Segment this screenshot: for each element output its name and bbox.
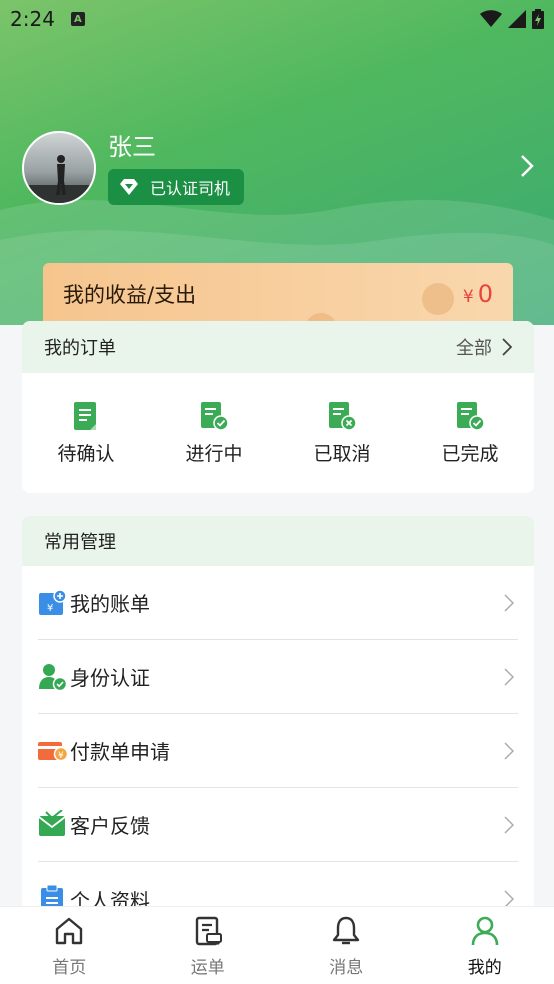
document-done-icon: [457, 401, 485, 431]
chevron-right-icon: [504, 667, 514, 686]
currency-symbol: ¥: [462, 287, 474, 307]
orders-card: 我的订单 全部 待确认 进行中 已取消 已完成: [22, 321, 534, 493]
chevron-right-icon: [504, 815, 514, 834]
tab-label: 我的: [467, 958, 502, 978]
signal-icon: [508, 10, 526, 28]
chevron-right-icon: [502, 338, 512, 356]
chevron-right-icon: [504, 741, 514, 760]
income-title: 我的收益/支出: [63, 283, 197, 307]
payment-card-icon: ¥: [38, 736, 68, 766]
orders-header: 我的订单 全部: [22, 321, 534, 373]
menu-label: 身份认证: [70, 666, 150, 690]
person-icon: [471, 916, 499, 946]
orders-title: 我的订单: [44, 338, 116, 359]
tab-mine[interactable]: 我的: [416, 907, 554, 984]
identity-icon: [38, 662, 68, 692]
menu-item-identity[interactable]: 身份认证: [38, 640, 518, 714]
income-amount: ¥0: [463, 280, 493, 308]
order-label: 已取消: [313, 442, 371, 465]
manage-title: 常用管理: [44, 532, 116, 553]
status-time: 2:24: [10, 7, 55, 31]
feedback-mail-icon: [38, 809, 68, 840]
notification-icon: A: [70, 12, 85, 26]
menu-label: 付款单申请: [70, 740, 170, 764]
tab-waybill[interactable]: 运单: [139, 907, 278, 984]
menu-item-bill[interactable]: ¥ 我的账单: [38, 566, 518, 640]
manage-header: 常用管理: [22, 516, 534, 566]
view-all-label: 全部: [456, 338, 492, 359]
order-pending[interactable]: 待确认: [22, 401, 150, 466]
orders-view-all[interactable]: 全部: [456, 334, 512, 360]
document-pending-icon: [74, 401, 96, 430]
avatar[interactable]: [22, 131, 96, 205]
tab-label: 首页: [52, 958, 87, 978]
order-label: 进行中: [185, 442, 243, 465]
verified-badge: 已认证司机: [108, 169, 245, 205]
verified-badge-label: 已认证司机: [150, 179, 231, 198]
home-icon: [56, 917, 83, 945]
waybill-icon: [195, 916, 222, 946]
order-label: 待确认: [57, 442, 115, 465]
menu-item-feedback[interactable]: 客户反馈: [38, 788, 518, 862]
income-card[interactable]: 我的收益/支出 ¥0: [43, 263, 513, 325]
document-check-icon: [201, 401, 229, 431]
manage-card: 常用管理 ¥ 我的账单 身份认证 ¥ 付款单申请 客户反馈 个人资料: [22, 516, 534, 936]
svg-text:¥: ¥: [58, 751, 64, 761]
order-label: 已完成: [441, 442, 499, 465]
tab-home[interactable]: 首页: [0, 907, 139, 984]
chevron-right-icon: [504, 593, 514, 612]
order-completed[interactable]: 已完成: [406, 401, 534, 466]
order-in-progress[interactable]: 进行中: [150, 401, 278, 466]
tab-label: 消息: [329, 958, 364, 978]
profile-header[interactable]: 张三 已认证司机: [22, 128, 542, 208]
tab-messages[interactable]: 消息: [277, 907, 416, 984]
wifi-icon: [480, 10, 502, 27]
bottom-tab-bar: 首页 运单 消息 我的: [0, 906, 554, 984]
battery-icon: [532, 9, 544, 29]
tab-label: 运单: [190, 958, 225, 978]
bill-icon: ¥: [38, 588, 68, 618]
user-name: 张三: [108, 133, 156, 161]
menu-item-payment[interactable]: ¥ 付款单申请: [38, 714, 518, 788]
chevron-right-icon[interactable]: [520, 154, 534, 182]
diamond-icon: [120, 179, 138, 195]
menu-label: 我的账单: [70, 592, 150, 616]
svg-text:¥: ¥: [47, 603, 53, 614]
document-cancel-icon: [329, 401, 357, 431]
status-bar: 2:24 A: [0, 0, 554, 38]
menu-label: 客户反馈: [70, 814, 150, 838]
bell-icon: [333, 916, 360, 945]
income-value: 0: [477, 280, 493, 308]
order-cancelled[interactable]: 已取消: [278, 401, 406, 466]
